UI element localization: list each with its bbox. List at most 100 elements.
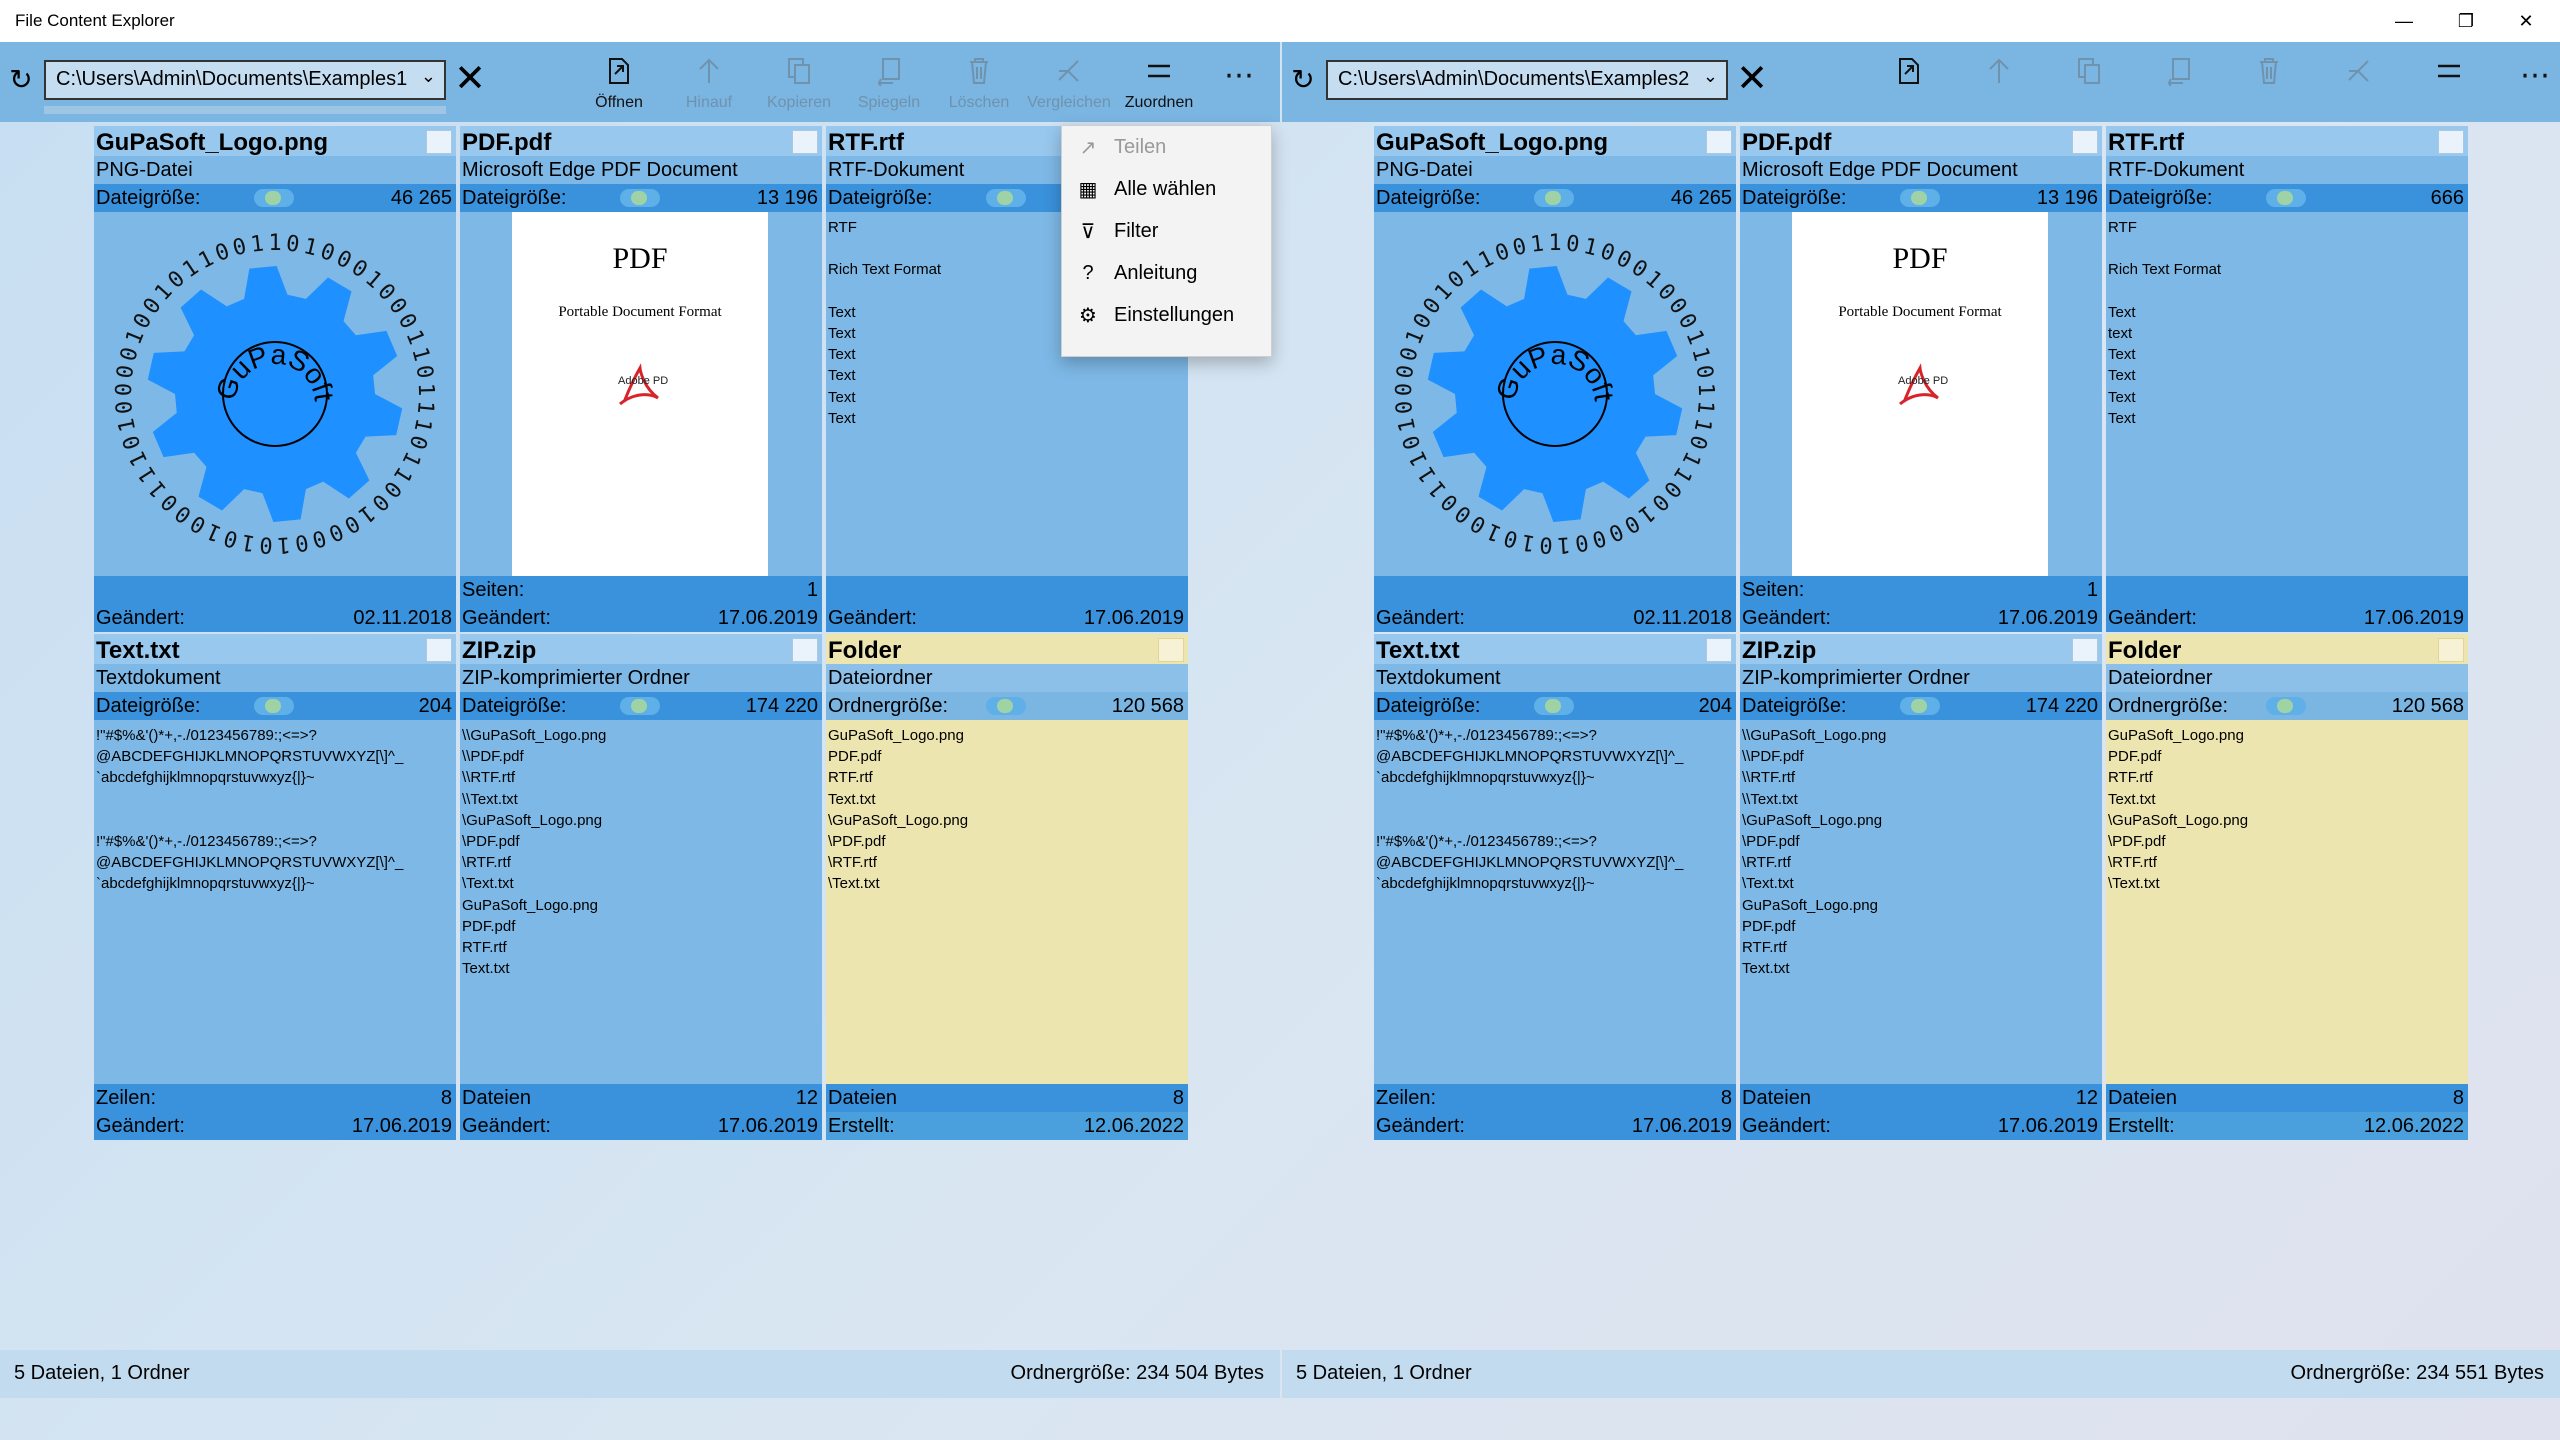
open-button[interactable]: Öffnen bbox=[576, 56, 662, 112]
size-value: 666 bbox=[2430, 187, 2464, 209]
delete-button[interactable]: Löschen bbox=[936, 56, 1022, 112]
equals-icon bbox=[1116, 56, 1202, 86]
file-card[interactable]: PDF.pdf Microsoft Edge PDF Document Date… bbox=[460, 126, 822, 632]
up-button[interactable] bbox=[1956, 56, 2042, 94]
date-label: Erstellt: bbox=[828, 1115, 895, 1137]
select-checkbox[interactable] bbox=[426, 130, 452, 154]
meta-label: Seiten: bbox=[1742, 579, 1805, 601]
meta-label: Dateien bbox=[1742, 1087, 1811, 1109]
more-options-icon[interactable]: ⋯ bbox=[2492, 58, 2560, 93]
card-meta-row bbox=[94, 576, 456, 604]
chevron-down-icon[interactable]: ⌄ bbox=[1703, 66, 1718, 87]
file-card[interactable]: Text.txt Textdokument Dateigröße: 204 !"… bbox=[1374, 634, 1736, 1140]
size-value: 120 568 bbox=[1111, 695, 1184, 717]
mirror-button[interactable]: Spiegeln bbox=[846, 56, 932, 112]
assign-button[interactable] bbox=[2406, 56, 2492, 94]
file-type: PNG-Datei bbox=[94, 156, 456, 184]
svg-text:1: 1 bbox=[1581, 234, 1600, 261]
arrow-up-icon bbox=[1956, 56, 2042, 86]
card-meta-row: Dateien 8 bbox=[826, 1084, 1188, 1112]
refresh-icon[interactable]: ↻ bbox=[6, 65, 36, 95]
menu-item-label: Anleitung bbox=[1114, 261, 1198, 284]
menu-item-settings[interactable]: ⚙ Einstellungen bbox=[1062, 294, 1271, 336]
refresh-icon[interactable]: ↻ bbox=[1288, 65, 1318, 95]
date-label: Geändert: bbox=[828, 607, 917, 629]
svg-text:0: 0 bbox=[1539, 531, 1554, 557]
delete-button[interactable] bbox=[2226, 56, 2312, 94]
file-content-preview: RTF Rich Text Format Text text Text Text… bbox=[2108, 219, 2222, 427]
minimize-button[interactable]: — bbox=[2374, 0, 2434, 42]
copy-button[interactable] bbox=[2046, 56, 2132, 94]
file-type: PNG-Datei bbox=[1374, 156, 1736, 184]
close-path-icon[interactable]: ✕ bbox=[1732, 56, 1772, 102]
file-type: ZIP-komprimierter Ordner bbox=[1740, 664, 2102, 692]
menu-item-filter[interactable]: ⊽ Filter bbox=[1062, 210, 1271, 252]
size-value: 204 bbox=[1698, 695, 1732, 717]
size-label: Dateigröße: bbox=[1376, 695, 1481, 717]
up-button[interactable]: Hinauf bbox=[666, 56, 752, 112]
compare-indicator bbox=[2266, 189, 2306, 207]
compare-indicator bbox=[1534, 189, 1574, 207]
select-checkbox[interactable] bbox=[2438, 130, 2464, 154]
chevron-down-icon[interactable]: ⌄ bbox=[421, 66, 436, 87]
file-card[interactable]: RTF.rtf RTF-Dokument Dateigröße: 666 RTF… bbox=[2106, 126, 2468, 632]
svg-text:1: 1 bbox=[1557, 531, 1572, 557]
select-checkbox[interactable] bbox=[792, 638, 818, 662]
file-card[interactable]: GuPaSoft_Logo.png PNG-Datei Dateigröße: … bbox=[94, 126, 456, 632]
card-date-row: Geändert: 17.06.2019 bbox=[2106, 604, 2468, 632]
menu-item-share[interactable]: ↗ Teilen bbox=[1062, 126, 1271, 168]
svg-text:0: 0 bbox=[1398, 432, 1426, 453]
card-header: Folder bbox=[826, 634, 1188, 664]
select-checkbox[interactable] bbox=[1706, 638, 1732, 662]
date-label: Geändert: bbox=[96, 607, 185, 629]
compare-icon bbox=[1026, 56, 1112, 86]
svg-text:1: 1 bbox=[409, 416, 436, 434]
file-size-row: Dateigröße: 666 bbox=[2106, 184, 2468, 212]
restore-button[interactable]: ❐ bbox=[2436, 0, 2496, 42]
assign-button[interactable]: Zuordnen bbox=[1116, 56, 1202, 112]
meta-value: 1 bbox=[2086, 579, 2098, 601]
select-checkbox[interactable] bbox=[2072, 638, 2098, 662]
file-name: GuPaSoft_Logo.png bbox=[96, 129, 328, 156]
path-progress-strip bbox=[44, 106, 446, 114]
card-date-row: Geändert: 17.06.2019 bbox=[460, 604, 822, 632]
compare-button[interactable] bbox=[2316, 56, 2402, 94]
compare-indicator bbox=[1900, 189, 1940, 207]
compare-button[interactable]: Vergleichen bbox=[1026, 56, 1112, 112]
file-card[interactable]: ZIP.zip ZIP-komprimierter Ordner Dateigr… bbox=[460, 634, 822, 1140]
trash-icon bbox=[2226, 56, 2312, 86]
card-date-row: Geändert: 17.06.2019 bbox=[1374, 1112, 1736, 1140]
meta-value: 8 bbox=[1720, 1087, 1732, 1109]
svg-text:0: 0 bbox=[113, 363, 140, 380]
select-checkbox[interactable] bbox=[1158, 638, 1184, 662]
file-card[interactable]: Folder Dateiordner Ordnergröße: 120 568 … bbox=[2106, 634, 2468, 1140]
file-card[interactable]: PDF.pdf Microsoft Edge PDF Document Date… bbox=[1740, 126, 2102, 632]
card-header: RTF.rtf bbox=[2106, 126, 2468, 156]
file-type: ZIP-komprimierter Ordner bbox=[460, 664, 822, 692]
svg-text:1: 1 bbox=[301, 234, 320, 261]
path-input[interactable]: C:\Users\Admin\Documents\Examples2 ⌄ bbox=[1326, 60, 1728, 100]
close-window-button[interactable]: ✕ bbox=[2496, 0, 2556, 42]
mirror-button[interactable] bbox=[2136, 56, 2222, 94]
file-card[interactable]: GuPaSoft_Logo.png PNG-Datei Dateigröße: … bbox=[1374, 126, 1736, 632]
menu-item-select-all[interactable]: ▦ Alle wählen bbox=[1062, 168, 1271, 210]
select-checkbox[interactable] bbox=[2072, 130, 2098, 154]
file-card[interactable]: Text.txt Textdokument Dateigröße: 204 !"… bbox=[94, 634, 456, 1140]
open-button[interactable] bbox=[1866, 56, 1952, 94]
file-card[interactable]: Folder Dateiordner Ordnergröße: 120 568 … bbox=[826, 634, 1188, 1140]
more-options-icon[interactable]: ⋯ bbox=[1196, 58, 1280, 93]
date-value: 17.06.2019 bbox=[1083, 607, 1184, 629]
card-body: 1010001000110111011001000010101000111010… bbox=[1374, 212, 1736, 576]
svg-text:1: 1 bbox=[1686, 345, 1714, 364]
size-label: Dateigröße: bbox=[1742, 695, 1847, 717]
file-card[interactable]: ZIP.zip ZIP-komprimierter Ordner Dateigr… bbox=[1740, 634, 2102, 1140]
path-input[interactable]: C:\Users\Admin\Documents\Examples1 ⌄ bbox=[44, 60, 446, 100]
copy-button[interactable]: Kopieren bbox=[756, 56, 842, 112]
select-checkbox[interactable] bbox=[1706, 130, 1732, 154]
select-checkbox[interactable] bbox=[426, 638, 452, 662]
toolbar-label: Spiegeln bbox=[857, 94, 921, 111]
menu-item-help[interactable]: ? Anleitung bbox=[1062, 252, 1271, 294]
select-checkbox[interactable] bbox=[792, 130, 818, 154]
close-path-icon[interactable]: ✕ bbox=[450, 56, 490, 102]
select-checkbox[interactable] bbox=[2438, 638, 2464, 662]
